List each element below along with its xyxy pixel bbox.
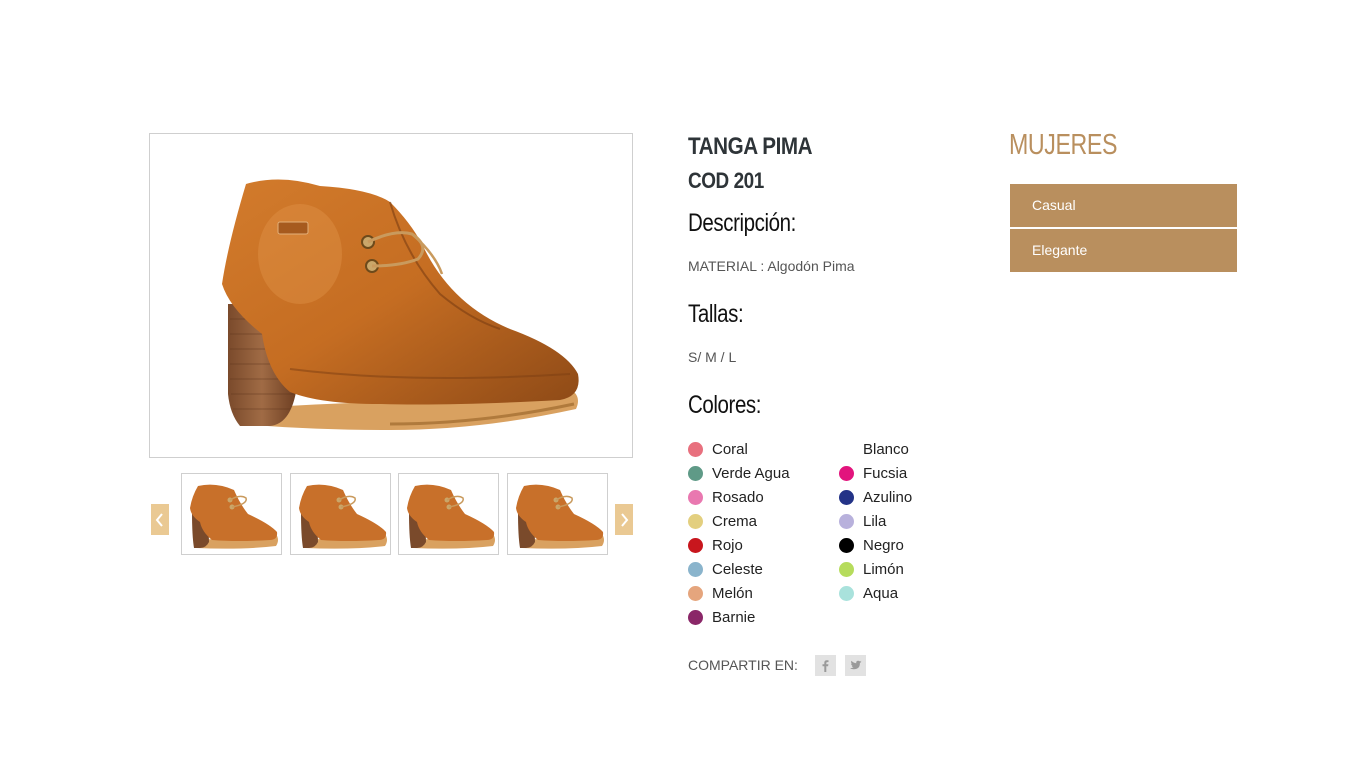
color-label: Limón — [863, 560, 904, 578]
color-option[interactable]: Celeste — [688, 560, 763, 578]
color-label: Azulino — [863, 488, 913, 506]
category-menu: Casual Elegante — [1010, 184, 1237, 274]
color-swatch — [688, 513, 703, 529]
category-title: MUJERES — [1009, 129, 1118, 161]
color-option[interactable]: Crema — [688, 512, 757, 530]
color-swatch — [839, 513, 854, 529]
color-label: Rojo — [712, 536, 743, 554]
color-option[interactable]: Coral — [688, 440, 748, 458]
color-swatch — [839, 465, 854, 481]
color-option[interactable]: Melón — [688, 584, 753, 602]
color-option[interactable]: Fucsia — [839, 464, 907, 482]
color-option[interactable]: Blanco — [839, 440, 909, 458]
boot-thumbnail-image — [516, 484, 604, 549]
color-option[interactable]: Barnie — [688, 608, 755, 626]
sizes-text: S/ M / L — [688, 349, 737, 365]
color-label: Lila — [863, 512, 887, 530]
color-label: Rosado — [712, 488, 764, 506]
color-swatch — [839, 585, 854, 601]
color-swatch — [688, 537, 703, 553]
colors-heading: Colores: — [688, 391, 762, 419]
boot-thumbnail-image — [407, 484, 495, 549]
thumbnail-1[interactable] — [181, 473, 282, 555]
color-option[interactable]: Aqua — [839, 584, 898, 602]
color-option[interactable]: Limón — [839, 560, 904, 578]
thumbnail-3[interactable] — [398, 473, 499, 555]
menu-item-elegante[interactable]: Elegante — [1010, 229, 1237, 272]
thumbnail-4[interactable] — [507, 473, 608, 555]
carousel-next-button[interactable] — [615, 504, 633, 535]
color-swatch — [688, 585, 703, 601]
color-label: Fucsia — [863, 464, 908, 482]
color-option[interactable]: Azulino — [839, 488, 912, 506]
color-swatch — [839, 561, 854, 577]
product-main-image — [149, 133, 633, 458]
color-label: Celeste — [712, 560, 763, 578]
color-label: Barnie — [712, 608, 756, 626]
carousel-prev-button[interactable] — [151, 504, 169, 535]
boot-thumbnail-image — [190, 484, 278, 549]
color-label: Aqua — [863, 584, 899, 602]
color-swatch — [688, 561, 703, 577]
chevron-right-icon — [621, 512, 629, 527]
color-option[interactable]: Verde Agua — [688, 464, 790, 482]
color-option[interactable]: Lila — [839, 512, 886, 530]
boot-illustration — [222, 179, 579, 430]
color-label: Crema — [712, 512, 758, 530]
facebook-share-button[interactable] — [814, 654, 836, 676]
color-label: Melón — [712, 584, 753, 602]
twitter-share-button[interactable] — [844, 654, 866, 676]
sizes-heading: Tallas: — [688, 300, 744, 328]
color-swatch — [839, 537, 854, 553]
share-label: COMPARTIR EN: — [688, 657, 798, 673]
color-swatch — [688, 441, 703, 457]
color-swatch — [688, 609, 703, 625]
color-option[interactable]: Rosado — [688, 488, 764, 506]
color-option[interactable]: Rojo — [688, 536, 743, 554]
color-swatch — [839, 441, 854, 457]
color-label: Blanco — [863, 440, 909, 458]
twitter-icon — [849, 660, 862, 669]
share-bar: COMPARTIR EN: — [688, 654, 866, 676]
description-heading: Descripción: — [688, 209, 796, 237]
color-swatch — [839, 489, 854, 505]
color-swatch — [688, 489, 703, 505]
color-label: Verde Agua — [712, 464, 790, 482]
color-option[interactable]: Negro — [839, 536, 904, 554]
thumbnail-2[interactable] — [290, 473, 391, 555]
color-list: Coral Verde Agua Rosado Crema Rojo Celes… — [688, 440, 948, 632]
description-text: MATERIAL : Algodón Pima — [688, 258, 855, 274]
product-title: TANGA PIMA — [688, 133, 813, 160]
thumbnail-carousel — [151, 473, 633, 555]
color-label: Negro — [863, 536, 904, 554]
color-label: Coral — [712, 440, 748, 458]
facebook-icon — [822, 659, 829, 672]
chevron-left-icon — [155, 512, 163, 527]
boot-thumbnail-image — [299, 484, 387, 549]
product-code: COD 201 — [688, 168, 764, 193]
menu-item-casual[interactable]: Casual — [1010, 184, 1237, 227]
color-swatch — [688, 465, 703, 481]
